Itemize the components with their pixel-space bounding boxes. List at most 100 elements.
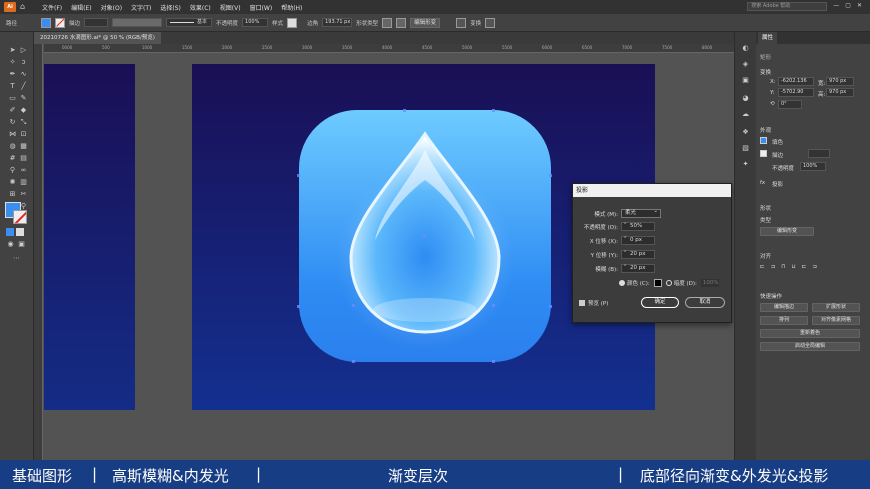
perspective-grid-icon[interactable]: ▦ bbox=[19, 142, 28, 151]
selection-handle[interactable] bbox=[549, 174, 552, 177]
expand-shape-button[interactable]: 扩展形状 bbox=[812, 303, 860, 312]
transform-label[interactable]: 变换 bbox=[470, 19, 481, 27]
gradient-mode-icon[interactable] bbox=[16, 228, 24, 236]
eraser-icon[interactable]: ◆ bbox=[19, 106, 28, 115]
shaper-tool-icon[interactable]: ✐ bbox=[8, 106, 17, 115]
height-input[interactable]: 970 px bbox=[826, 88, 854, 97]
opacity-input[interactable]: 100% bbox=[800, 162, 826, 171]
help-search-input[interactable]: 搜索 Adobe 帮助 bbox=[747, 2, 828, 11]
preview-checkbox[interactable] bbox=[579, 299, 585, 306]
graph-tool-icon[interactable]: ▥ bbox=[19, 178, 28, 187]
align-buttons-icon[interactable]: ⊏⊐⊓⊔⊏⊐ bbox=[760, 264, 823, 270]
arrange-button[interactable]: 排列 bbox=[760, 316, 808, 325]
shape-rect-icon[interactable] bbox=[382, 17, 393, 28]
stroke-weight-input[interactable] bbox=[808, 149, 830, 158]
fill-swatch[interactable] bbox=[41, 17, 52, 28]
menu-select[interactable]: 选择(S) bbox=[160, 3, 181, 12]
pen-tool-icon[interactable]: ✒ bbox=[8, 70, 17, 79]
properties-panel-icon[interactable]: ◐ bbox=[741, 44, 750, 53]
lasso-icon[interactable]: ↄ bbox=[19, 58, 28, 67]
menu-help[interactable]: 帮助(H) bbox=[281, 3, 302, 12]
darkness-radio[interactable] bbox=[665, 279, 672, 286]
corner-field[interactable]: 193.71 px bbox=[322, 18, 353, 27]
selection-handle[interactable] bbox=[492, 109, 495, 112]
direct-selection-tool-icon[interactable]: ▷ bbox=[19, 46, 28, 55]
shadow-color-swatch[interactable] bbox=[653, 278, 662, 287]
maximize-icon[interactable]: ▢ bbox=[845, 2, 851, 11]
type-tool-icon[interactable]: T bbox=[8, 82, 17, 91]
edit-stroke-button[interactable]: 编辑描边 bbox=[760, 303, 808, 312]
home-icon[interactable]: ⌂ bbox=[20, 2, 30, 12]
menu-edit[interactable]: 编辑(E) bbox=[71, 3, 91, 12]
menu-effect[interactable]: 效果(C) bbox=[190, 3, 211, 12]
document-tab[interactable]: 20210726 水滴图形.ai* @ 50 % (RGB/预览) bbox=[34, 32, 161, 44]
y-input[interactable]: -5702.90 bbox=[778, 88, 814, 97]
scale-tool-icon[interactable]: ⤡ bbox=[19, 118, 28, 127]
stroke-width-field[interactable] bbox=[84, 18, 109, 27]
menu-type[interactable]: 文字(T) bbox=[131, 3, 151, 12]
recolor-button[interactable]: 重新着色 bbox=[760, 329, 860, 338]
selection-tool-icon[interactable]: ➤ bbox=[8, 46, 17, 55]
rectangle-tool-icon[interactable]: ▭ bbox=[8, 94, 17, 103]
appearance-stroke-swatch[interactable] bbox=[760, 150, 767, 157]
blend-tool-icon[interactable]: ∞ bbox=[19, 166, 28, 175]
shape-builder-icon[interactable]: ◍ bbox=[8, 142, 17, 151]
y-offset-input[interactable]: 20 px bbox=[621, 250, 655, 259]
slice-tool-icon[interactable]: ✂ bbox=[19, 190, 28, 199]
selection-handle[interactable] bbox=[297, 305, 300, 308]
layers-panel-icon[interactable]: ◈ bbox=[741, 60, 750, 69]
style-swatch[interactable] bbox=[287, 17, 298, 28]
ok-button[interactable]: 确定 bbox=[641, 297, 679, 308]
graphic-styles-icon[interactable]: ▧ bbox=[741, 144, 750, 153]
symbol-sprayer-icon[interactable]: ✺ bbox=[8, 178, 17, 187]
mode-select[interactable]: 柔光 bbox=[621, 208, 661, 218]
gradient-tool-icon[interactable]: ▤ bbox=[19, 154, 28, 163]
curvature-tool-icon[interactable]: ∿ bbox=[19, 70, 28, 79]
menu-object[interactable]: 对象(O) bbox=[101, 3, 122, 12]
selection-handle[interactable] bbox=[352, 304, 355, 307]
minimize-icon[interactable]: — bbox=[833, 2, 839, 11]
stroke-color-swatch[interactable] bbox=[13, 210, 27, 224]
x-offset-input[interactable]: 0 px bbox=[621, 236, 655, 245]
more-tools-icon[interactable]: ⋯ bbox=[12, 254, 21, 263]
menu-file[interactable]: 文件(F) bbox=[42, 3, 62, 12]
variable-width-field[interactable] bbox=[112, 18, 163, 27]
opacity-input[interactable]: 50% bbox=[621, 222, 655, 231]
edit-shape-button[interactable]: 编辑形变 bbox=[760, 227, 814, 236]
paintbrush-icon[interactable]: ✎ bbox=[19, 94, 28, 103]
libraries-panel-icon[interactable]: ▣ bbox=[741, 76, 750, 85]
menu-view[interactable]: 视图(V) bbox=[220, 3, 241, 12]
artboard-tool-icon[interactable]: ⊞ bbox=[8, 190, 17, 199]
rotate-tool-icon[interactable]: ↻ bbox=[8, 118, 17, 127]
draw-mode-icon[interactable]: ◉ bbox=[6, 240, 15, 249]
appearance-fill-swatch[interactable] bbox=[760, 137, 767, 144]
opacity-field[interactable]: 100% bbox=[242, 18, 269, 27]
free-transform-icon[interactable]: ⊡ bbox=[19, 130, 28, 139]
selection-handle[interactable] bbox=[549, 305, 552, 308]
color-mode-icon[interactable] bbox=[6, 228, 14, 236]
align-pixel-grid-button[interactable]: 对齐像素网格 bbox=[812, 316, 860, 325]
stroke-style-field[interactable]: 基本 bbox=[166, 18, 213, 27]
global-edit-button[interactable]: 启动全局编辑 bbox=[760, 342, 860, 351]
drop-shadow-effect-link[interactable]: 投影 bbox=[772, 180, 783, 188]
mesh-tool-icon[interactable]: # bbox=[8, 154, 17, 163]
x-input[interactable]: -6202.136 bbox=[778, 77, 814, 86]
appearance-panel-icon[interactable]: ✦ bbox=[741, 160, 750, 169]
stroke-swatch[interactable] bbox=[55, 17, 66, 28]
width-tool-icon[interactable]: ⋈ bbox=[8, 130, 17, 139]
properties-tab[interactable]: 属性 bbox=[758, 32, 778, 44]
eyedropper-icon[interactable]: ⚲ bbox=[8, 166, 17, 175]
brushes-panel-icon[interactable]: ☁ bbox=[741, 110, 750, 119]
blur-input[interactable]: 20 px bbox=[621, 264, 655, 273]
selection-handle[interactable] bbox=[297, 174, 300, 177]
shape-round-icon[interactable] bbox=[396, 17, 407, 28]
width-input[interactable]: 970 px bbox=[826, 77, 854, 86]
cancel-button[interactable]: 取消 bbox=[685, 297, 725, 308]
line-tool-icon[interactable]: ╱ bbox=[19, 82, 28, 91]
align-icon[interactable] bbox=[456, 17, 467, 28]
selection-handle[interactable] bbox=[352, 360, 355, 363]
color-radio[interactable] bbox=[619, 279, 625, 286]
close-icon[interactable]: ✕ bbox=[857, 2, 862, 11]
darkness-input[interactable]: 100% bbox=[700, 278, 719, 287]
arrange-icon[interactable] bbox=[485, 17, 496, 28]
